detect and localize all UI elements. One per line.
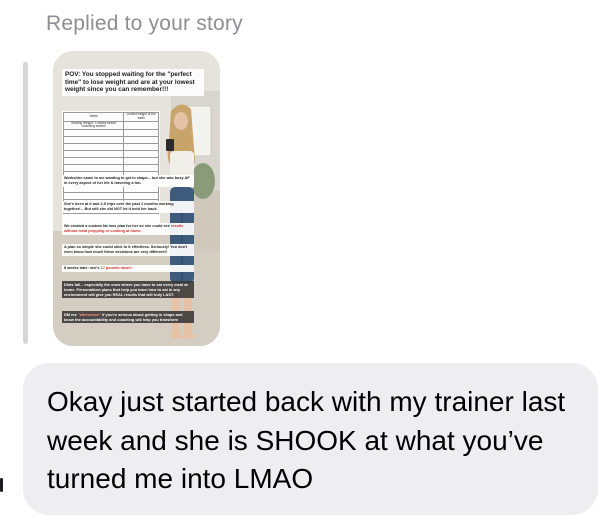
reply-indicator-bar	[23, 62, 28, 344]
note-highlight: "alternative"	[77, 312, 101, 317]
table-row	[62, 150, 159, 159]
tracker-header-week: Week	[62, 112, 125, 122]
table-row	[62, 129, 159, 138]
story-thumbnail[interactable]: POV: You stopped waiting for the "perfec…	[53, 51, 220, 346]
story-note-2: She's been at it and 4-5 trips over the …	[62, 201, 194, 213]
table-row: Starting Weight: 3 weeks before coaching…	[62, 120, 159, 131]
story-note-1: Workshire came to me wanting to get in s…	[62, 175, 194, 187]
table-row	[62, 192, 159, 201]
note-highlight: results without meal prepping or cooking…	[64, 224, 184, 233]
story-note-5: 8 weeks later: she's 17 pounds down!	[62, 265, 194, 272]
story-note-4: A plan so simple she could stick to it e…	[62, 244, 194, 256]
reply-header: Replied to your story	[46, 12, 243, 35]
edge-mark	[0, 478, 3, 492]
story-note-6: Diets fail... especially the ones where …	[62, 281, 194, 298]
table-row	[62, 143, 159, 152]
message-bubble[interactable]: Okay just started back with my trainer l…	[23, 363, 598, 515]
story-note-3: We created a custom fat loss plan for he…	[62, 223, 194, 235]
note-highlight: 17 pounds down!	[100, 266, 132, 270]
table-row	[62, 164, 159, 173]
table-row	[62, 185, 159, 194]
story-note-7: DM me "alternative" if you're serious ab…	[62, 311, 194, 323]
table-row	[62, 136, 159, 145]
table-row	[62, 157, 159, 166]
story-caption: POV: You stopped waiting for the "perfec…	[62, 69, 204, 96]
tracker-header-weight: Lowest weight of the week	[123, 112, 159, 122]
